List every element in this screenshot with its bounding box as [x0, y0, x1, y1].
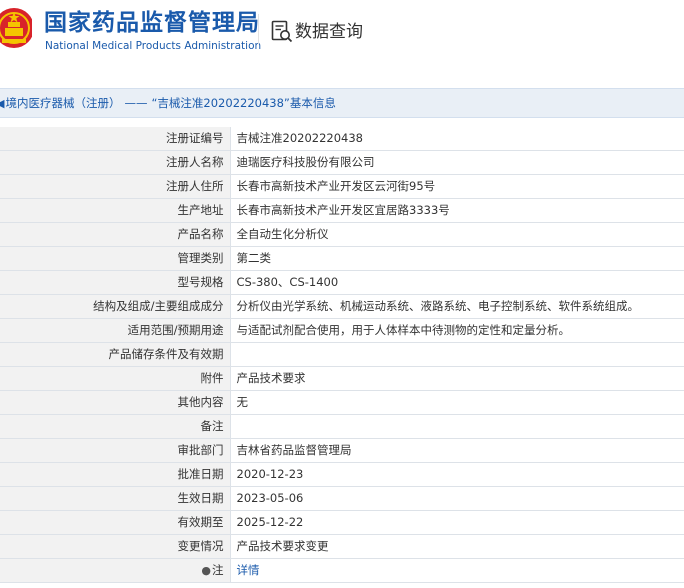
field-value: 第二类: [230, 246, 684, 271]
table-row: 其他内容 无: [0, 390, 684, 415]
field-label: 适用范围/预期用途: [0, 318, 231, 343]
field-label: 生产地址: [0, 198, 231, 223]
field-label: 备注: [0, 414, 231, 439]
field-label: 有效期至: [0, 510, 231, 535]
note-value-cell: 详情: [230, 558, 684, 583]
field-value: CS-380、CS-1400: [230, 270, 684, 295]
field-label: 管理类别: [0, 246, 231, 271]
table-row: 变更情况 产品技术要求变更: [0, 534, 684, 559]
field-label: 产品名称: [0, 222, 231, 247]
header-divider: [258, 14, 259, 44]
field-label: 附件: [0, 366, 231, 391]
field-label: 变更情况: [0, 534, 231, 559]
table-row: 备注: [0, 414, 684, 439]
field-value: 2023-05-06: [230, 486, 684, 511]
field-value: [230, 414, 684, 439]
table-row: 型号规格 CS-380、CS-1400: [0, 270, 684, 295]
field-value: 迪瑞医疗科技股份有限公司: [230, 150, 684, 175]
field-label: 产品储存条件及有效期: [0, 342, 231, 367]
field-value: 长春市高新技术产业开发区云河街95号: [230, 174, 684, 199]
field-value: 与适配试剂配合使用，用于人体样本中待测物的定性和定量分析。: [230, 318, 684, 343]
breadcrumb: ◀境内医疗器械（注册） ——“吉械注准20202220438”基本信息: [0, 88, 684, 118]
field-label: 注册人名称: [0, 150, 231, 175]
field-value: 吉械注准20202220438: [230, 127, 684, 151]
table-row: 适用范围/预期用途 与适配试剂配合使用，用于人体样本中待测物的定性和定量分析。: [0, 318, 684, 343]
table-row: 批准日期 2020-12-23: [0, 462, 684, 487]
lightbulb-icon: ●: [201, 564, 211, 577]
table-row: 注册人名称 迪瑞医疗科技股份有限公司: [0, 150, 684, 175]
table-row: 有效期至 2025-12-22: [0, 510, 684, 535]
table-row: 附件 产品技术要求: [0, 366, 684, 391]
field-value: 全自动生化分析仪: [230, 222, 684, 247]
site-header: 国家药品监督管理局 National Medical Products Admi…: [0, 0, 684, 78]
note-row: ●注 详情: [0, 558, 684, 583]
table-row: 产品储存条件及有效期: [0, 342, 684, 367]
org-name-cn[interactable]: 国家药品监督管理局: [44, 10, 260, 36]
org-name-en[interactable]: National Medical Products Administration: [45, 40, 261, 52]
table-row: 注册证编号 吉械注准20202220438: [0, 127, 684, 151]
field-value: 吉林省药品监督管理局: [230, 438, 684, 463]
table-row: 生产地址 长春市高新技术产业开发区宜居路3333号: [0, 198, 684, 223]
record-detail-table: 注册证编号 吉械注准20202220438 注册人名称 迪瑞医疗科技股份有限公司…: [0, 127, 684, 583]
table-row: 注册人住所 长春市高新技术产业开发区云河街95号: [0, 174, 684, 199]
breadcrumb-separator: ——: [124, 96, 148, 110]
table-row: 管理类别 第二类: [0, 246, 684, 271]
field-value: 2020-12-23: [230, 462, 684, 487]
table-row: 产品名称 全自动生化分析仪: [0, 222, 684, 247]
field-label: 审批部门: [0, 438, 231, 463]
field-label: 注册证编号: [0, 127, 231, 151]
national-emblem-icon: [0, 8, 32, 48]
field-value: 无: [230, 390, 684, 415]
field-label: 结构及组成/主要组成成分: [0, 294, 231, 319]
table-row: 审批部门 吉林省药品监督管理局: [0, 438, 684, 463]
details-link[interactable]: 详情: [237, 563, 260, 577]
field-label: 型号规格: [0, 270, 231, 295]
field-value: 2025-12-22: [230, 510, 684, 535]
field-label: 注册人住所: [0, 174, 231, 199]
field-value: 长春市高新技术产业开发区宜居路3333号: [230, 198, 684, 223]
field-label: 生效日期: [0, 486, 231, 511]
breadcrumb-title: “吉械注准20202220438”基本信息: [151, 96, 336, 110]
breadcrumb-section[interactable]: 境内医疗器械（注册）: [5, 96, 120, 110]
data-query-label[interactable]: 数据查询: [295, 20, 363, 44]
data-query-icon: [271, 20, 293, 43]
field-value: [230, 342, 684, 367]
table-row: 结构及组成/主要组成成分 分析仪由光学系统、机械运动系统、液路系统、电子控制系统…: [0, 294, 684, 319]
field-value: 分析仪由光学系统、机械运动系统、液路系统、电子控制系统、软件系统组成。: [230, 294, 684, 319]
field-label: 其他内容: [0, 390, 231, 415]
field-label: 批准日期: [0, 462, 231, 487]
table-row: 生效日期 2023-05-06: [0, 486, 684, 511]
field-value: 产品技术要求: [230, 366, 684, 391]
back-arrow-icon[interactable]: ◀: [0, 90, 4, 117]
note-label-cell: ●注: [0, 558, 231, 583]
field-value: 产品技术要求变更: [230, 534, 684, 559]
note-label: 注: [212, 563, 224, 577]
